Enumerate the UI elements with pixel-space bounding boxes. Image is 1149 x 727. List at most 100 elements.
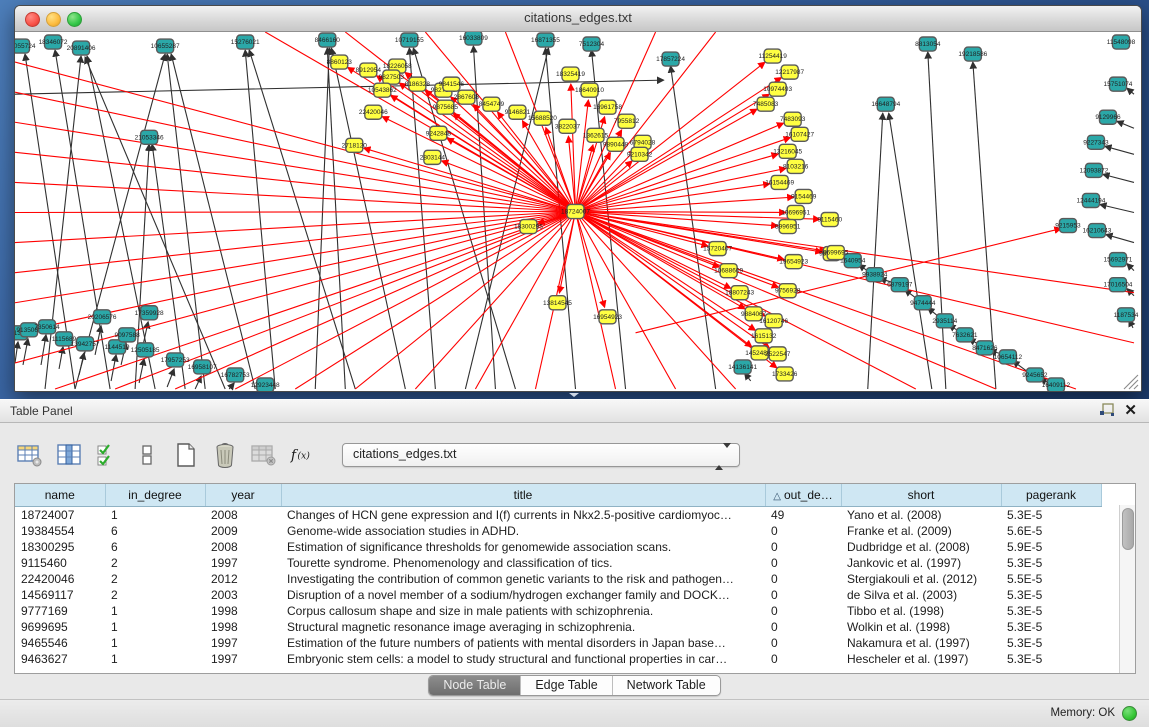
cell-year[interactable]: 2009 <box>205 523 281 539</box>
graph-node[interactable]: 8813054 <box>915 37 941 51</box>
cell-in_degree[interactable]: 2 <box>105 571 205 587</box>
cell-year[interactable]: 1997 <box>205 555 281 571</box>
graph-node[interactable]: 12217987 <box>775 65 804 79</box>
graph-node[interactable]: 8860123 <box>327 55 353 69</box>
graph-node[interactable]: 13216045 <box>773 144 802 158</box>
graph-node[interactable]: 7512304 <box>579 37 605 51</box>
cell-out_degree[interactable]: 0 <box>765 539 841 555</box>
graph-node[interactable]: 9841546 <box>439 77 465 91</box>
graph-node[interactable]: 7483093 <box>780 112 806 126</box>
table-row[interactable]: 946362711997Embryonic stem cells: a mode… <box>15 651 1101 667</box>
graph-node[interactable]: 11254419 <box>758 49 787 63</box>
cell-year[interactable]: 2008 <box>205 507 281 524</box>
cell-in_degree[interactable]: 2 <box>105 587 205 603</box>
cell-pagerank[interactable]: 5.3E-5 <box>1001 555 1101 571</box>
cell-in_degree[interactable]: 1 <box>105 635 205 651</box>
column-header-in_degree[interactable]: in_degree <box>105 484 205 507</box>
panel-divider-grip[interactable] <box>567 392 581 398</box>
graph-node[interactable]: 1733426 <box>772 367 798 381</box>
cell-short[interactable]: de Silva et al. (2003) <box>841 587 1001 603</box>
graph-node[interactable]: 8466160 <box>315 33 341 47</box>
new-document-icon[interactable] <box>172 441 200 469</box>
cell-out_degree[interactable]: 0 <box>765 603 841 619</box>
table-row[interactable]: 977716911998Corpus callosum shape and si… <box>15 603 1101 619</box>
cell-short[interactable]: Yano et al. (2008) <box>841 507 1001 524</box>
table-vertical-scrollbar[interactable] <box>1119 505 1135 673</box>
graph-node[interactable]: 21055724 <box>15 39 36 53</box>
tab-node-table[interactable]: Node Table <box>429 676 521 695</box>
tab-edge-table[interactable]: Edge Table <box>521 676 612 695</box>
table-row[interactable]: 969969511998Structural magnetic resonanc… <box>15 619 1101 635</box>
cell-name[interactable]: 9463627 <box>15 651 105 667</box>
table-selector-dropdown[interactable]: citations_edges.txt <box>342 443 740 467</box>
cell-year[interactable]: 1997 <box>205 651 281 667</box>
cell-pagerank[interactable]: 5.3E-5 <box>1001 603 1101 619</box>
graph-node[interactable]: 8471626 <box>972 341 998 355</box>
graph-node[interactable]: 2803144 <box>420 150 446 164</box>
graph-node[interactable]: 9154469 <box>791 189 817 203</box>
cell-name[interactable]: 18724007 <box>15 507 105 524</box>
graph-node[interactable]: 8186328 <box>405 77 431 91</box>
graph-node[interactable]: 8912954 <box>356 63 382 77</box>
cell-short[interactable]: Nakamura et al. (1997) <box>841 635 1001 651</box>
graph-node[interactable]: 18640910 <box>575 83 604 97</box>
cell-name[interactable]: 19384554 <box>15 523 105 539</box>
graph-node[interactable]: 16107427 <box>785 127 814 141</box>
cell-pagerank[interactable]: 5.9E-5 <box>1001 539 1101 555</box>
cell-title[interactable]: Corpus callosum shape and size in male p… <box>281 603 765 619</box>
cell-title[interactable]: Tourette syndrome. Phenomenology and cla… <box>281 555 765 571</box>
network-view-window[interactable]: citations_edges.txt 21055724183460722089… <box>14 5 1142 392</box>
cell-in_degree[interactable]: 1 <box>105 651 205 667</box>
graph-node[interactable]: 3822037 <box>555 119 581 133</box>
network-svg[interactable]: 2105572418346072208914061065528715276021… <box>15 32 1141 391</box>
row-height-icon[interactable] <box>133 441 161 469</box>
graph-node[interactable]: 12923448 <box>251 378 280 391</box>
graph-node[interactable]: 16409112 <box>1042 378 1071 391</box>
cell-out_degree[interactable]: 0 <box>765 523 841 539</box>
table-row[interactable]: 1456911722003Disruption of a novel membe… <box>15 587 1101 603</box>
graph-node[interactable]: 7485083 <box>753 97 779 111</box>
network-canvas[interactable]: 2105572418346072208914061065528715276021… <box>15 32 1141 391</box>
cell-year[interactable]: 2012 <box>205 571 281 587</box>
graph-node[interactable]: 16648794 <box>871 97 900 111</box>
cell-title[interactable]: Embryonic stem cells: a model to study s… <box>281 651 765 667</box>
cell-year[interactable]: 2008 <box>205 539 281 555</box>
column-header-out_degree[interactable]: △out_de… <box>765 484 841 507</box>
cell-out_degree[interactable]: 0 <box>765 571 841 587</box>
table-row[interactable]: 1938455462009Genome-wide association stu… <box>15 523 1101 539</box>
graph-node[interactable]: 17857224 <box>656 52 685 66</box>
cell-name[interactable]: 14569117 <box>15 587 105 603</box>
cell-out_degree[interactable]: 49 <box>765 507 841 524</box>
graph-node[interactable]: 1362615 <box>583 128 609 142</box>
cell-name[interactable]: 9777169 <box>15 603 105 619</box>
graph-node[interactable]: 17957253 <box>161 353 190 367</box>
scrollbar-thumb[interactable] <box>1122 508 1134 550</box>
cell-out_degree[interactable]: 0 <box>765 651 841 667</box>
graph-node[interactable]: 16782753 <box>221 368 250 382</box>
graph-node[interactable]: 9474444 <box>910 296 936 310</box>
graph-node[interactable]: 10719155 <box>395 33 424 47</box>
graph-node[interactable]: 9756928 <box>775 284 801 298</box>
cell-out_degree[interactable]: 0 <box>765 619 841 635</box>
cell-year[interactable]: 1997 <box>205 635 281 651</box>
graph-node[interactable]: 7955812 <box>614 114 640 128</box>
cell-short[interactable]: Franke et al. (2009) <box>841 523 1001 539</box>
graph-node[interactable]: 9245652 <box>1022 368 1048 382</box>
graph-node[interactable]: 2522547 <box>765 347 791 361</box>
cell-title[interactable]: Estimation of the future numbers of pati… <box>281 635 765 651</box>
graph-node[interactable]: 1615132 <box>751 329 777 343</box>
cell-pagerank[interactable]: 5.5E-5 <box>1001 571 1101 587</box>
cell-year[interactable]: 1998 <box>205 603 281 619</box>
cell-short[interactable]: Stergiakouli et al. (2012) <box>841 571 1001 587</box>
cell-short[interactable]: Dudbridge et al. (2008) <box>841 539 1001 555</box>
cell-in_degree[interactable]: 1 <box>105 619 205 635</box>
graph-node[interactable]: 19218586 <box>958 47 987 61</box>
graph-node[interactable]: 16033809 <box>459 32 488 45</box>
function-builder-icon[interactable]: f (x) <box>289 441 317 469</box>
graph-node[interactable]: 10974493 <box>763 82 792 96</box>
cell-out_degree[interactable]: 0 <box>765 635 841 651</box>
cell-title[interactable]: Structural magnetic resonance image aver… <box>281 619 765 635</box>
graph-node[interactable]: 10655287 <box>151 39 180 53</box>
graph-node[interactable]: 10543862 <box>368 83 397 97</box>
cell-short[interactable]: Tibbo et al. (1998) <box>841 603 1001 619</box>
